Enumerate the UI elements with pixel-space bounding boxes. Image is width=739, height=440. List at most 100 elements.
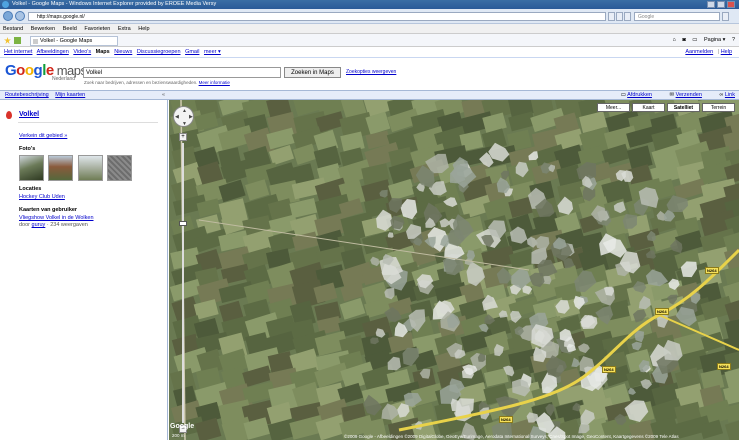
map-type-terrain[interactable]: Terrein	[702, 103, 735, 112]
menu-item[interactable]: Help	[138, 26, 149, 32]
nav-link-maps-active: Maps	[95, 49, 110, 55]
road-label: N264	[655, 308, 669, 315]
menu-item[interactable]: Extra	[118, 26, 131, 32]
menu-bar: Bestand Bewerken Beeld Favorieten Extra …	[0, 24, 739, 34]
print-icon[interactable]: ▭	[692, 37, 697, 43]
user-maps-label: Kaarten van gebruiker	[19, 207, 78, 213]
divider	[18, 122, 158, 123]
ie-icon	[2, 1, 9, 8]
nav-link-gmail[interactable]: Gmail	[185, 49, 199, 55]
road-label: N264	[705, 267, 719, 274]
search-maps-button[interactable]: Zoeken in Maps	[284, 67, 341, 78]
directions-link[interactable]: Routebeschrijving	[5, 92, 49, 98]
photo-thumbnail[interactable]	[48, 155, 73, 181]
refresh-icon[interactable]	[616, 12, 623, 21]
url-field[interactable]: http://maps.google.nl/	[28, 12, 606, 21]
satellite-map[interactable]: N264 N264 N264 N264 N264 ▲ ▼ ◀ ▶ + − Mee…	[169, 100, 739, 440]
road-label: N264	[602, 366, 616, 373]
menu-item[interactable]: Beeld	[63, 26, 77, 32]
google-nav: Het internet Afbeeldingen Video's Maps N…	[0, 47, 739, 58]
maps-search-input[interactable]: Volkel	[83, 67, 281, 78]
nav-link-news[interactable]: Nieuws	[114, 49, 132, 55]
search-icon[interactable]	[722, 12, 729, 21]
maps-toolbar: Routebeschrijving Mijn kaarten « ▭ Afdru…	[0, 90, 739, 100]
locations-label: Locaties	[19, 186, 42, 192]
command-bar: ⌂ ◙ ▭ Pagina ▾ ?	[668, 36, 735, 45]
print-link[interactable]: ▭ Afdrukken	[613, 92, 652, 98]
minimize-icon[interactable]	[707, 1, 715, 8]
map-type-switcher: Meer... Kaart Satelliet Terrein	[595, 103, 735, 112]
results-panel: Volkel Verkein dit gebied » Foto's Locat…	[0, 100, 168, 440]
browser-search-input[interactable]: Google	[634, 12, 720, 21]
forward-icon[interactable]	[15, 11, 25, 21]
maximize-icon[interactable]	[717, 1, 725, 8]
send-link[interactable]: ✉ Verzenden	[661, 92, 701, 98]
photo-thumbnail[interactable]	[78, 155, 103, 181]
window-titlebar: Volkel - Google Maps - Windows Internet …	[0, 0, 739, 9]
logo-country: Nederland	[52, 76, 76, 82]
road-label: N264	[717, 363, 731, 370]
pan-control[interactable]: ▲ ▼ ◀ ▶	[173, 106, 194, 127]
pan-left-icon[interactable]: ◀	[175, 114, 179, 120]
favorites-bar: Volkel - Google Maps ⌂ ◙ ▭ Pagina ▾ ?	[0, 34, 739, 47]
zoom-control: + −	[179, 133, 187, 433]
help-link[interactable]: Help	[721, 49, 732, 55]
add-favorite-icon[interactable]	[14, 37, 21, 44]
back-icon[interactable]	[3, 11, 13, 21]
collapse-panel-icon[interactable]: «	[162, 91, 165, 100]
road-label: N264	[499, 416, 513, 423]
search-options-link[interactable]: Zoekopties weergeven	[346, 69, 396, 75]
page-menu[interactable]: Pagina ▾	[704, 37, 725, 43]
author-link[interactable]: guruy	[32, 222, 46, 228]
menu-item[interactable]: Bestand	[3, 26, 23, 32]
field-parcel	[627, 145, 653, 170]
pan-right-icon[interactable]: ▶	[189, 114, 193, 120]
nav-link-more[interactable]: meer ▾	[204, 49, 221, 55]
nav-link-groups[interactable]: Discussiegroepen	[137, 49, 181, 55]
marker-pin-icon[interactable]	[6, 111, 12, 119]
map-type-satellite[interactable]: Satelliet	[667, 103, 700, 112]
browser-tab[interactable]: Volkel - Google Maps	[30, 36, 118, 46]
zoom-slider-thumb[interactable]	[179, 221, 187, 226]
nav-link-video[interactable]: Video's	[73, 49, 91, 55]
field-parcel	[387, 178, 415, 201]
menu-item[interactable]: Bewerken	[31, 26, 55, 32]
nav-link-images[interactable]: Afbeeldingen	[37, 49, 69, 55]
zoom-slider-track[interactable]	[182, 143, 184, 423]
help-icon[interactable]: ?	[732, 37, 735, 43]
map-type-map[interactable]: Kaart	[632, 103, 665, 112]
place-title[interactable]: Volkel	[19, 111, 39, 118]
scale-bar: 200 m	[172, 433, 185, 438]
pan-up-icon[interactable]: ▲	[182, 108, 187, 114]
user-map-meta: door guruy · 234 weergaven	[19, 222, 88, 228]
satellite-imagery	[169, 100, 739, 440]
more-info-link[interactable]: Meer informatie	[199, 80, 230, 85]
location-link[interactable]: Hockey Club Uden	[19, 194, 65, 200]
address-bar: http://maps.google.nl/ Google	[0, 9, 739, 24]
stop-icon[interactable]	[624, 12, 631, 21]
photos-label: Foto's	[19, 146, 36, 152]
my-maps-link[interactable]: Mijn kaarten	[55, 92, 85, 98]
link-link[interactable]: ∞ Link	[711, 92, 735, 98]
window-title: Volkel - Google Maps - Windows Internet …	[12, 1, 217, 7]
search-hint: Zoek naar bedrijven, adressen en beziens…	[84, 80, 230, 85]
menu-item[interactable]: Favorieten	[84, 26, 110, 32]
map-type-more[interactable]: Meer...	[597, 103, 630, 112]
photo-thumbnail[interactable]	[107, 155, 132, 181]
google-watermark: Google	[170, 423, 195, 430]
home-icon[interactable]: ⌂	[673, 37, 676, 43]
photo-thumbnail[interactable]	[19, 155, 44, 181]
zoom-in-button[interactable]: +	[179, 133, 187, 141]
user-map-link[interactable]: Vliegshow Volkel in de Wolken	[19, 215, 94, 221]
favorites-star-icon[interactable]	[4, 37, 11, 44]
nav-link-web[interactable]: Het internet	[4, 49, 32, 55]
url-dropdown-icon[interactable]	[608, 12, 615, 21]
map-copyright: ©2009 Google - Afbeeldingen ©2009 Digita…	[344, 434, 679, 439]
zoom-area-link[interactable]: Verkein dit gebied »	[19, 133, 67, 139]
rss-icon[interactable]: ◙	[682, 37, 685, 43]
pan-down-icon[interactable]: ▼	[182, 121, 187, 127]
sign-in-link[interactable]: Aanmelden	[685, 49, 713, 55]
close-icon[interactable]	[727, 1, 735, 8]
tab-title: Volkel - Google Maps	[40, 38, 93, 44]
field-parcel	[339, 297, 366, 320]
